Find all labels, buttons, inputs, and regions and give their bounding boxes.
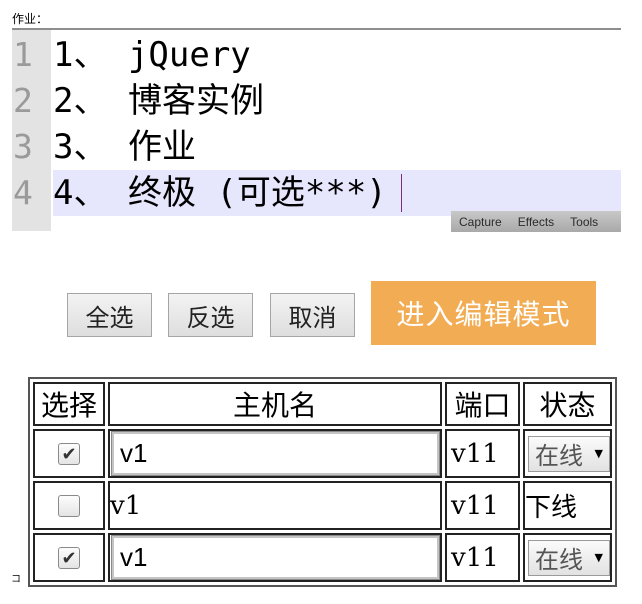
table-row: ✔ v1 v11 在线 ▼	[33, 533, 612, 582]
table-row: v1 v11 下线	[33, 481, 612, 530]
status-cell: 在线 ▼	[523, 533, 612, 582]
header-status: 状态	[523, 382, 612, 426]
host-table: 选择 主机名 端口 状态 ✔ v1 v11 在线 ▼ v1 v11 下线 ✔ v…	[28, 377, 617, 587]
enter-edit-mode-button[interactable]: 进入编辑模式	[371, 281, 596, 345]
effects-menu[interactable]: Effects	[518, 215, 554, 229]
tools-menu[interactable]: Tools	[570, 215, 598, 229]
line-number: 1	[13, 35, 33, 74]
invert-selection-button[interactable]: 反选	[168, 293, 253, 337]
line-text[interactable]: 4、 终极 (可选***)	[53, 173, 387, 213]
status-select[interactable]: 在线 ▼	[528, 435, 610, 472]
header-hostname: 主机名	[108, 382, 442, 426]
line-text-active[interactable]: 4、 终极 (可选***)	[53, 170, 621, 216]
table-row: ✔ v1 v11 在线 ▼	[33, 429, 612, 478]
code-editor[interactable]: 1 1、 jQuery 2 2、 博客实例 3 3、 作业 4 4、 终极 (可…	[12, 28, 621, 232]
editor-line-1[interactable]: 1 1、 jQuery	[12, 32, 621, 78]
port-cell: v11	[445, 429, 520, 478]
hostname-input[interactable]: v1	[111, 535, 440, 580]
hostname-cell: v1	[108, 429, 442, 478]
capture-menu[interactable]: Capture	[459, 215, 502, 229]
text-cursor	[400, 174, 402, 212]
editor-line-3[interactable]: 3 3、 作业	[12, 124, 621, 170]
editor-toolbar: Capture Effects Tools	[451, 211, 621, 232]
select-cell: ✔	[33, 429, 105, 478]
hostname-cell: v1	[108, 481, 442, 530]
row-checkbox-checked[interactable]: ✔	[58, 547, 80, 569]
dropdown-arrow-icon: ▼	[594, 447, 603, 460]
line-text[interactable]: 1、 jQuery	[53, 32, 621, 78]
status-select-value: 在线	[535, 442, 583, 470]
select-cell: ✔	[33, 533, 105, 582]
header-select: 选择	[33, 382, 105, 426]
status-cell: 在线 ▼	[523, 429, 612, 478]
cancel-button[interactable]: 取消	[270, 293, 355, 337]
status-select[interactable]: 在线 ▼	[528, 539, 610, 576]
select-all-button[interactable]: 全选	[67, 293, 152, 337]
hostname-input[interactable]: v1	[111, 431, 440, 476]
line-number: 2	[13, 81, 33, 120]
section-label: 作业：	[12, 12, 49, 26]
status-select-value: 在线	[535, 546, 583, 574]
row-checkbox-checked[interactable]: ✔	[58, 443, 80, 465]
table-header-row: 选择 主机名 端口 状态	[33, 382, 612, 426]
hostname-cell: v1	[108, 533, 442, 582]
port-cell: v11	[445, 481, 520, 530]
status-cell: 下线	[523, 481, 612, 530]
header-port: 端口	[445, 382, 520, 426]
dropdown-arrow-icon: ▼	[594, 551, 603, 564]
select-cell	[33, 481, 105, 530]
stray-glyph: コ	[11, 574, 21, 585]
line-text[interactable]: 3、 作业	[53, 124, 621, 170]
editor-line-4[interactable]: 4 4、 终极 (可选***)	[12, 170, 621, 216]
line-number: 4	[13, 173, 33, 212]
editor-line-2[interactable]: 2 2、 博客实例	[12, 78, 621, 124]
line-number: 3	[13, 127, 33, 166]
line-text[interactable]: 2、 博客实例	[53, 78, 621, 124]
port-cell: v11	[445, 533, 520, 582]
row-checkbox-unchecked[interactable]	[58, 495, 80, 517]
